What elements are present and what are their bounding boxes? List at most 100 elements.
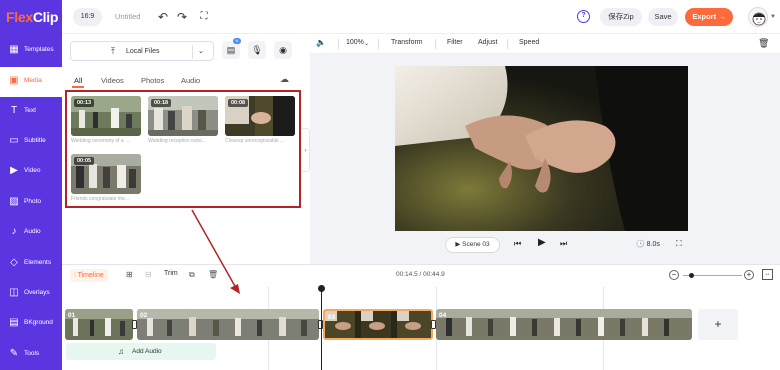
filter-button[interactable]: Filter — [447, 39, 463, 46]
timeline-clip[interactable]: 01 — [65, 309, 133, 340]
photo-icon: ▨ — [9, 196, 19, 207]
microphone-icon[interactable]: 🎙 — [248, 41, 266, 59]
duration-badge: 00:13 — [74, 99, 95, 107]
save-zip-button[interactable]: 保存Zip — [600, 8, 642, 26]
media-thumbnail[interactable]: 00:05 — [71, 154, 141, 194]
sidebar-item-video[interactable]: ▶ Video — [0, 157, 62, 187]
audio-icon: ♪ — [11, 226, 17, 237]
sidebar-item-tools[interactable]: ✎ Tools — [0, 340, 62, 370]
video-preview[interactable] — [395, 66, 688, 231]
duplicate-icon[interactable]: ⧉ — [189, 270, 195, 280]
logo-clip: Clip — [32, 9, 59, 25]
fit-timeline-icon[interactable]: ↔ — [762, 269, 773, 280]
timeline-clip[interactable]: 02 — [137, 309, 319, 340]
export-button[interactable]: Export → — [685, 8, 733, 26]
text-icon: T — [10, 105, 18, 116]
redo-icon[interactable]: ↷ — [175, 10, 189, 24]
clip-filmstrip — [436, 309, 692, 340]
music-note-icon: ♫ — [118, 347, 124, 356]
video-icon: ▶ — [10, 165, 18, 176]
media-thumbnail[interactable]: 00:13 — [71, 96, 141, 136]
upload-icon: ⤒ — [111, 46, 115, 56]
sidebar-item-bkground[interactable]: ▤ BKground — [0, 309, 62, 339]
add-clip-button[interactable]: + — [698, 309, 738, 340]
trash-icon[interactable]: 🗑 — [208, 270, 218, 279]
zoom-slider-knob[interactable] — [689, 273, 694, 278]
zoom-select[interactable]: 100% — [346, 39, 364, 46]
sidebar-item-elements[interactable]: ◇ Elements — [0, 249, 62, 279]
zoom-in-icon[interactable]: + — [744, 270, 754, 280]
logo[interactable]: FlexClip — [6, 9, 58, 25]
fullscreen-icon[interactable]: ⛶ — [676, 239, 682, 249]
sidebar-item-label: Overlays — [24, 289, 50, 296]
project-title[interactable]: Untitled — [115, 12, 140, 21]
skip-forward-icon[interactable]: ⏭ — [560, 239, 567, 249]
chevron-down-icon[interactable]: ▼ — [770, 14, 776, 20]
sidebar-item-photo[interactable]: ▨ Photo — [0, 188, 62, 218]
sidebar-item-label: Elements — [24, 259, 52, 266]
tab-all[interactable]: All — [74, 76, 82, 85]
media-thumbnail[interactable]: 00:18 — [148, 96, 218, 136]
media-icon: ▣ — [9, 75, 19, 86]
adjust-button[interactable]: Adjust — [478, 39, 497, 46]
split-icon[interactable]: ⊟ — [145, 270, 152, 279]
preview-area: 🔈 100% ⌄ Transform Filter Adjust Speed 🗑 — [310, 34, 780, 264]
clock-icon: 🕓 — [636, 241, 647, 248]
timeline-clip[interactable]: 04 — [436, 309, 692, 340]
cloud-icon[interactable]: ☁ — [280, 74, 289, 85]
undo-icon[interactable]: ↶ — [156, 10, 170, 24]
elements-icon: ◇ — [10, 257, 18, 268]
scene-selector[interactable]: ▶ Scene 03 — [445, 237, 500, 253]
media-grid: 00:13 Wedding ceremony of a ... 00:18 We… — [65, 90, 301, 208]
playhead[interactable] — [321, 285, 322, 370]
tab-videos[interactable]: Videos — [101, 76, 124, 85]
duration-badge: 00:08 — [228, 99, 249, 107]
avatar[interactable] — [748, 7, 768, 27]
chevron-down-icon[interactable]: ⌄ — [364, 40, 369, 47]
sidebar-item-label: Media — [24, 77, 42, 84]
aspect-ratio-button[interactable]: 16:9 — [73, 8, 102, 26]
tab-active-indicator — [72, 86, 84, 88]
tab-photos[interactable]: Photos — [141, 76, 164, 85]
expand-icon[interactable]: ⛶ — [197, 10, 211, 24]
background-icon: ▤ — [9, 317, 19, 328]
tab-audio[interactable]: Audio — [181, 76, 200, 85]
sidebar-item-label: Templates — [24, 46, 54, 53]
scene-duration[interactable]: 🕓 8.0s — [636, 240, 660, 248]
top-bar: FlexClip 16:9 Untitled ↶ ↷ ⛶ ? 保存Zip Sav… — [0, 0, 780, 34]
timeline-tab[interactable]: ⫶ Timeline — [70, 269, 108, 282]
local-files-button[interactable]: ⤒ Local Files ⌄ — [70, 41, 214, 61]
zoom-out-icon[interactable]: − — [669, 270, 679, 280]
playback-controls: ▶ Scene 03 ⏮ ▶ ⏭ 🕓 8.0s ⛶ — [310, 237, 780, 257]
save-button[interactable]: Save — [648, 8, 678, 26]
sidebar-item-media[interactable]: ▣ Media — [0, 67, 62, 97]
divider — [507, 39, 508, 49]
sidebar-item-subtitle[interactable]: ▭ Subtitle — [0, 127, 62, 157]
collapse-panel-handle[interactable]: ‹ — [302, 128, 310, 172]
add-audio-button[interactable]: ♫ Add Audio — [66, 343, 216, 360]
sidebar-item-templates[interactable]: ▦ Templates — [0, 36, 62, 66]
add-scene-icon[interactable]: ⊞ — [126, 270, 133, 279]
duration-badge: 00:18 — [151, 99, 172, 107]
volume-icon[interactable]: 🔈 — [316, 38, 326, 47]
sidebar-item-audio[interactable]: ♪ Audio — [0, 218, 62, 248]
speed-button[interactable]: Speed — [519, 39, 539, 46]
sidebar-item-overlays[interactable]: ◫ Overlays — [0, 279, 62, 309]
video-frame-image — [395, 66, 688, 231]
skip-back-icon[interactable]: ⏮ — [514, 239, 521, 249]
media-panel: ⤒ Local Files ⌄ ▤ N 🎙 ◉ All Videos Photo… — [62, 34, 302, 264]
clip-filmstrip — [325, 311, 431, 338]
screen-record-icon[interactable]: ◉ — [274, 41, 292, 59]
trim-button[interactable]: Trim — [164, 270, 178, 277]
chevron-down-icon[interactable]: ⌄ — [198, 47, 204, 55]
play-icon[interactable]: ▶ — [538, 237, 546, 248]
help-icon[interactable]: ? — [577, 10, 590, 23]
transform-button[interactable]: Transform — [391, 39, 423, 46]
playhead-handle[interactable] — [318, 285, 325, 292]
media-thumbnail[interactable]: 00:08 — [225, 96, 295, 136]
timeline-clip-selected[interactable]: 03 — [323, 309, 433, 340]
sidebar-item-text[interactable]: T Text — [0, 97, 62, 127]
media-caption: Closeup unrecognizable ... — [225, 138, 285, 144]
add-audio-label: Add Audio — [132, 348, 162, 355]
trash-icon[interactable]: 🗑 — [758, 38, 769, 49]
